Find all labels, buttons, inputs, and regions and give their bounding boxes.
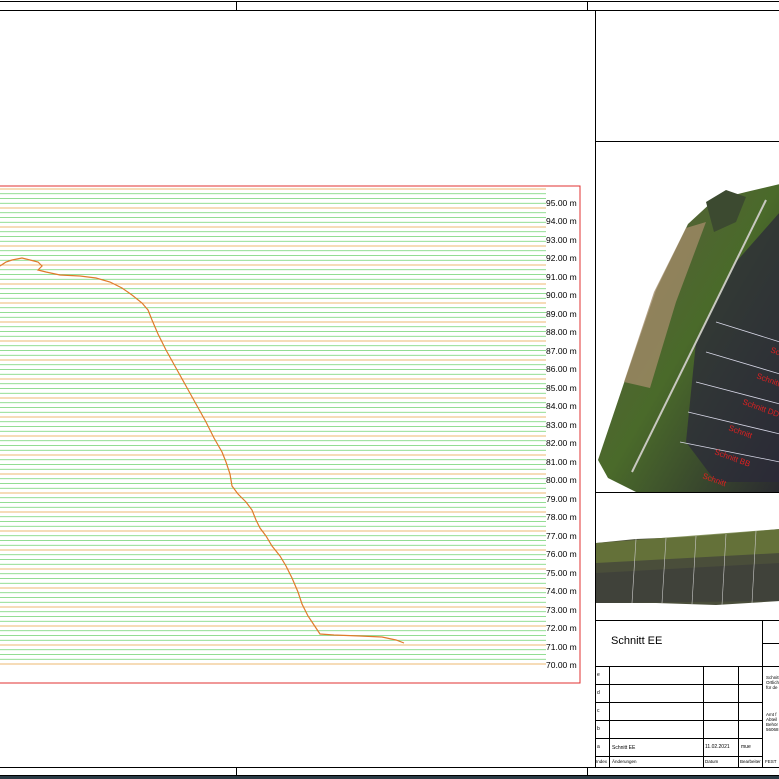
status-border bbox=[762, 756, 763, 767]
revision-index: c bbox=[597, 708, 600, 714]
status-label: FEST bbox=[765, 759, 777, 764]
revision-index: d bbox=[597, 690, 600, 696]
elevation-label: 94.00 m bbox=[546, 216, 577, 226]
title-block-divider bbox=[762, 643, 779, 644]
elevation-label: 70.00 m bbox=[546, 660, 577, 670]
revision-row-border bbox=[595, 738, 762, 739]
elevation-label: 81.00 m bbox=[546, 457, 577, 467]
elevation-label: 79.00 m bbox=[546, 494, 577, 504]
revision-row-border bbox=[595, 702, 762, 703]
elevation-labels: 95.00 m 94.00 m 93.00 m 92.00 m 91.00 m … bbox=[546, 198, 577, 670]
elevation-label: 95.00 m bbox=[546, 198, 577, 208]
elevation-label: 75.00 m bbox=[546, 568, 577, 578]
elevation-label: 83.00 m bbox=[546, 420, 577, 430]
revision-change: Schnitt EE bbox=[612, 745, 636, 751]
orthophoto-plan-view: Schnitt Schnitt Schnitt DD Schnitt Schni… bbox=[598, 184, 779, 492]
header-author: Bearbeiter bbox=[740, 759, 761, 764]
elevation-label: 92.00 m bbox=[546, 253, 577, 263]
elevation-label: 91.00 m bbox=[546, 272, 577, 282]
elevation-label: 84.00 m bbox=[546, 401, 577, 411]
elevation-label: 77.00 m bbox=[546, 531, 577, 541]
header-index: Index bbox=[596, 759, 608, 764]
side-note: für de bbox=[766, 685, 778, 690]
header-changes: Änderungen bbox=[612, 759, 637, 764]
elevation-label: 88.00 m bbox=[546, 327, 577, 337]
elevation-label: 78.00 m bbox=[546, 512, 577, 522]
revision-row-border bbox=[595, 720, 762, 721]
elevation-label: 90.00 m bbox=[546, 290, 577, 300]
revision-col-border bbox=[703, 666, 704, 767]
elevation-label: 85.00 m bbox=[546, 383, 577, 393]
elevation-label: 89.00 m bbox=[546, 309, 577, 319]
elevation-grid bbox=[0, 188, 546, 665]
elevation-label: 72.00 m bbox=[546, 623, 577, 633]
revision-index: e bbox=[597, 672, 600, 678]
revision-index: b bbox=[597, 726, 600, 732]
revision-author: mue bbox=[741, 744, 751, 750]
elevation-label: 71.00 m bbox=[546, 642, 577, 652]
right-panel-divider-3 bbox=[595, 620, 779, 621]
elevation-label: 86.00 m bbox=[546, 364, 577, 374]
elevation-label: 87.00 m bbox=[546, 346, 577, 356]
revision-row-border bbox=[595, 684, 762, 685]
orthophoto-elevation-view bbox=[596, 529, 779, 606]
elevation-label: 80.00 m bbox=[546, 475, 577, 485]
revision-index: a bbox=[597, 744, 600, 750]
header-date: Datum bbox=[705, 759, 719, 764]
side-note: 56068 bbox=[766, 727, 779, 732]
revision-col-border bbox=[609, 666, 610, 767]
elevation-label: 93.00 m bbox=[546, 235, 577, 245]
elevation-label: 76.00 m bbox=[546, 549, 577, 559]
section-title: Schnitt EE bbox=[611, 635, 663, 647]
elevation-label: 74.00 m bbox=[546, 586, 577, 596]
revision-table: e d c b a Schnitt EE 11.02.2021 mue Inde… bbox=[595, 666, 762, 767]
elevation-label: 82.00 m bbox=[546, 438, 577, 448]
revision-col-border bbox=[738, 666, 739, 767]
revision-row-border bbox=[595, 756, 762, 757]
revision-date: 11.02.2021 bbox=[705, 744, 730, 750]
elevation-label: 73.00 m bbox=[546, 605, 577, 615]
title-block-notes: Schnitt Ortlich für de Amt f Abteil Behö… bbox=[766, 675, 779, 732]
